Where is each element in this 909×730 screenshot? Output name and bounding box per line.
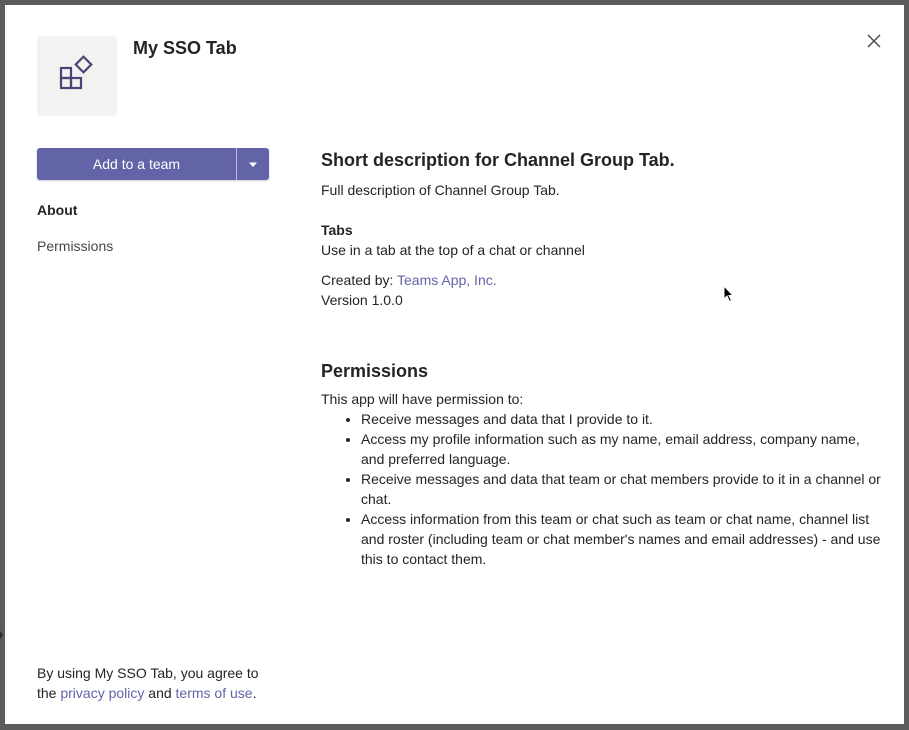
close-icon [867, 34, 881, 53]
permission-item: Receive messages and data that I provide… [361, 409, 881, 429]
add-options-dropdown-button[interactable] [237, 148, 269, 180]
permissions-heading: Permissions [321, 361, 429, 381]
about-content: Short description for Channel Group Tab.… [321, 148, 881, 569]
app-details-dialog: My SSO Tab Add to a team About Permissio… [5, 5, 904, 724]
nav-item-permissions[interactable]: Permissions [37, 238, 113, 254]
permission-item: Receive messages and data that team or c… [361, 469, 881, 509]
mouse-cursor-icon [723, 284, 735, 308]
add-to-team-button[interactable]: Add to a team [37, 148, 236, 180]
privacy-policy-link[interactable]: privacy policy [60, 685, 144, 701]
add-button-group: Add to a team [37, 148, 269, 180]
tabs-label: Tabs [321, 222, 353, 238]
nav-item-about[interactable]: About [37, 202, 77, 218]
permissions-list: Receive messages and data that I provide… [361, 409, 881, 569]
footer-period: . [252, 685, 257, 701]
app-icon-tile [37, 36, 117, 116]
close-button[interactable] [863, 32, 885, 54]
footer-and-text: and [144, 685, 176, 701]
permissions-intro: This app will have permission to: [321, 391, 524, 407]
full-description: Full description of Channel Group Tab. [321, 182, 560, 198]
tabs-description: Use in a tab at the top of a chat or cha… [321, 242, 585, 258]
terms-footer: By using My SSO Tab, you agree to the pr… [37, 663, 277, 703]
permission-item: Access information from this team or cha… [361, 509, 881, 569]
terms-of-use-link[interactable]: terms of use [176, 685, 253, 701]
caret-down-icon [248, 155, 258, 173]
app-title: My SSO Tab [133, 38, 237, 58]
short-description: Short description for Channel Group Tab. [321, 150, 675, 170]
version-text: Version 1.0.0 [321, 292, 403, 308]
created-by-row: Created by: Teams App, Inc. [321, 270, 881, 290]
publisher-link[interactable]: Teams App, Inc. [397, 272, 497, 288]
background-edge-mark [0, 626, 4, 639]
app-puzzle-icon [57, 54, 97, 99]
created-by-label: Created by: [321, 272, 398, 288]
permission-item: Access my profile information such as my… [361, 429, 881, 469]
